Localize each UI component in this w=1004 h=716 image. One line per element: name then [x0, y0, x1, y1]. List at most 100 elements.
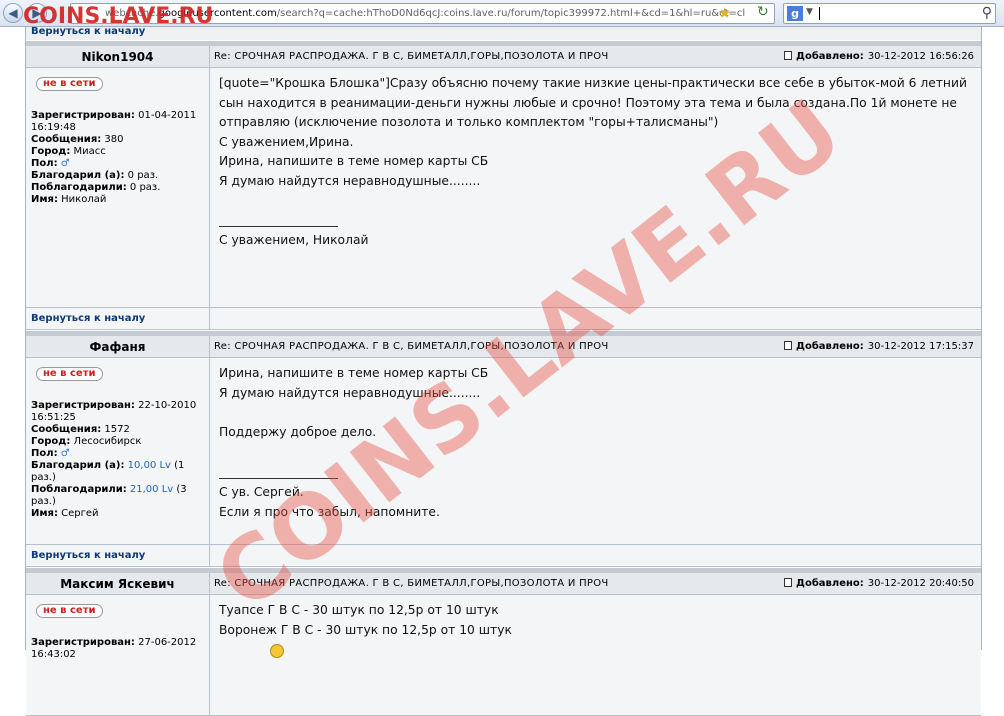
thanked-by-count: (3	[176, 484, 187, 495]
messages-label: Сообщения:	[31, 134, 102, 145]
post-line: Ирина, напишите в теме номер карты СБ	[219, 154, 489, 169]
registered-time: 16:19:48	[31, 122, 76, 133]
date-value: 30-12-2012 20:40:50	[867, 578, 974, 589]
reply-prefix: Re:	[214, 51, 231, 62]
post-footer: Вернуться к началу	[26, 544, 981, 566]
author-profile: не в сети Зарегистрирован: 27-06-2012 16…	[26, 595, 210, 715]
document-icon	[784, 51, 793, 60]
back-to-top-link[interactable]: Вернуться к началу	[26, 545, 210, 566]
post-line: Воронеж Г В С - 30 штук по 12,5р от 10 ш…	[219, 622, 512, 637]
name-label: Имя:	[31, 194, 58, 205]
back-to-top-link[interactable]: Вернуться к началу	[26, 308, 210, 329]
post-line: сын находится в реанимации-деньги нужны …	[219, 95, 957, 110]
post-body: не в сети Зарегистрирован: 27-06-2012 16…	[26, 595, 981, 715]
post-title: Re: СРОЧНАЯ РАСПРОДАЖА. Г В С, БИМЕТАЛЛ,…	[210, 573, 784, 594]
registered-label: Зарегистрирован:	[31, 110, 135, 121]
registered-value: 27-06-2012	[138, 637, 197, 648]
registered-value: 22-10-2010	[138, 400, 197, 411]
status-badge: не в сети	[36, 77, 103, 91]
reply-prefix: Re:	[214, 578, 231, 589]
thanked-by-count-suffix: раз.)	[31, 496, 56, 507]
date-value: 30-12-2012 16:56:26	[867, 51, 974, 62]
post-title: Re: СРОЧНАЯ РАСПРОДАЖА. Г В С, БИМЕТАЛЛ,…	[210, 336, 784, 357]
date-label: Добавлено:	[796, 51, 864, 62]
post-title-text: СРОЧНАЯ РАСПРОДАЖА. Г В С, БИМЕТАЛЛ,ГОРЫ…	[234, 578, 609, 589]
post-header: Максим Яскевич Re: СРОЧНАЯ РАСПРОДАЖА. Г…	[26, 573, 981, 595]
forum-post: Nikon1904 Re: СРОЧНАЯ РАСПРОДАЖА. Г В С,…	[26, 46, 981, 330]
forum-post: Максим Яскевич Re: СРОЧНАЯ РАСПРОДАЖА. Г…	[26, 573, 981, 716]
city-value: Лесосибирск	[73, 436, 142, 447]
post-author[interactable]: Максим Яскевич	[26, 573, 210, 594]
registered-time: 16:51:25	[31, 412, 76, 423]
bookmark-star-icon[interactable]: ★	[718, 4, 731, 22]
post-content: Ирина, напишите в теме номер карты СБ Я …	[210, 358, 981, 544]
text-cursor	[819, 7, 820, 20]
post-header: Фафаня Re: СРОЧНАЯ РАСПРОДАЖА. Г В С, БИ…	[26, 336, 981, 358]
city-value: Миасс	[73, 146, 106, 157]
post-footer: Вернуться к началу	[26, 307, 981, 329]
post-body: не в сети Зарегистрирован: 22-10-2010 16…	[26, 358, 981, 544]
reload-icon[interactable]: ↻	[757, 4, 769, 20]
google-icon[interactable]: g	[787, 6, 803, 21]
city-label: Город:	[31, 436, 71, 447]
post-content: [quote="Крошка Блошка"]Сразу объясню поч…	[210, 68, 981, 307]
post-line: Я думаю найдутся неравнодушные........	[219, 385, 481, 400]
site-logo-overlay: COINS.LAVE.RU	[23, 4, 214, 29]
post-line: С уважением,Ирина.	[219, 134, 354, 149]
post-author[interactable]: Фафаня	[26, 336, 210, 357]
chevron-down-icon[interactable]: ▼	[806, 7, 813, 17]
name-value: Сергей	[61, 508, 99, 519]
back-arrow-icon[interactable]: ◀	[3, 3, 23, 23]
registered-label: Зарегистрирован:	[31, 637, 135, 648]
url-path: /search?q=cache:hThoD0Nd6qcJ:coins.lave.…	[276, 8, 746, 19]
reply-prefix: Re:	[214, 341, 231, 352]
thanked-label: Благодарил (а):	[31, 460, 125, 471]
thanked-by-label: Поблагодарили:	[31, 182, 127, 193]
registered-value: 01-04-2011	[138, 110, 197, 121]
browser-toolbar: ◀ ▶ webcache.googleusercontent.com/searc…	[0, 0, 1004, 29]
thanked-count-suffix: раз.)	[31, 472, 56, 483]
date-value: 30-12-2012 17:15:37	[867, 341, 974, 352]
thanked-by-label: Поблагодарили:	[31, 484, 127, 495]
thanked-by-value: 0 раз.	[129, 182, 161, 193]
search-box[interactable]: g ▼ ⚲	[783, 3, 996, 24]
date-label: Добавлено:	[796, 341, 864, 352]
post-signature: С уважением, Николай	[219, 232, 369, 247]
search-icon[interactable]: ⚲	[982, 5, 992, 21]
status-badge: не в сети	[36, 604, 103, 618]
registered-label: Зарегистрирован:	[31, 400, 135, 411]
post-line: отправляю (исключение позолота и только …	[219, 115, 719, 130]
thanked-link[interactable]: 10,00 Lv	[128, 460, 171, 471]
post-date: Добавлено: 30-12-2012 17:15:37	[784, 336, 981, 357]
post-line: Поддержу доброе дело.	[219, 424, 377, 439]
thanked-value: 0 раз.	[127, 170, 159, 181]
document-icon	[784, 341, 793, 350]
post-line: Туапсе Г В С - 30 штук по 12,5р от 10 шт…	[219, 603, 499, 617]
author-profile: не в сети Зарегистрирован: 22-10-2010 16…	[26, 358, 210, 544]
post-signature: С ув. Сергей.	[219, 485, 304, 500]
document-icon	[784, 578, 793, 587]
author-profile: не в сети Зарегистрирован: 01-04-2011 16…	[26, 68, 210, 307]
status-badge: не в сети	[36, 367, 103, 381]
post-header: Nikon1904 Re: СРОЧНАЯ РАСПРОДАЖА. Г В С,…	[26, 46, 981, 68]
forum-thread: Вернуться к началу Nikon1904 Re: СРОЧНАЯ…	[25, 27, 982, 716]
name-value: Николай	[61, 194, 107, 205]
post-line: Я думаю найдутся неравнодушные........	[219, 173, 481, 188]
city-label: Город:	[31, 146, 71, 157]
thanked-by-link[interactable]: 21,00 Lv	[130, 484, 173, 495]
post-body: не в сети Зарегистрирован: 01-04-2011 16…	[26, 68, 981, 307]
post-title-text: СРОЧНАЯ РАСПРОДАЖА. Г В С, БИМЕТАЛЛ,ГОРЫ…	[234, 341, 609, 352]
post-line: [quote="Крошка Блошка"]Сразу объясню поч…	[219, 76, 967, 90]
post-line: Ирина, напишите в теме номер карты СБ	[219, 366, 489, 380]
messages-value: 1572	[104, 424, 130, 435]
post-author[interactable]: Nikon1904	[26, 46, 210, 67]
forum-post: Фафаня Re: СРОЧНАЯ РАСПРОДАЖА. Г В С, БИ…	[26, 336, 981, 567]
name-label: Имя:	[31, 508, 58, 519]
messages-label: Сообщения:	[31, 424, 102, 435]
post-title: Re: СРОЧНАЯ РАСПРОДАЖА. Г В С, БИМЕТАЛЛ,…	[210, 46, 784, 67]
back-to-top-link[interactable]: Вернуться к началу	[26, 27, 981, 40]
date-label: Добавлено:	[796, 578, 864, 589]
male-icon: ♂	[60, 158, 70, 169]
sex-label: Пол:	[31, 448, 58, 459]
